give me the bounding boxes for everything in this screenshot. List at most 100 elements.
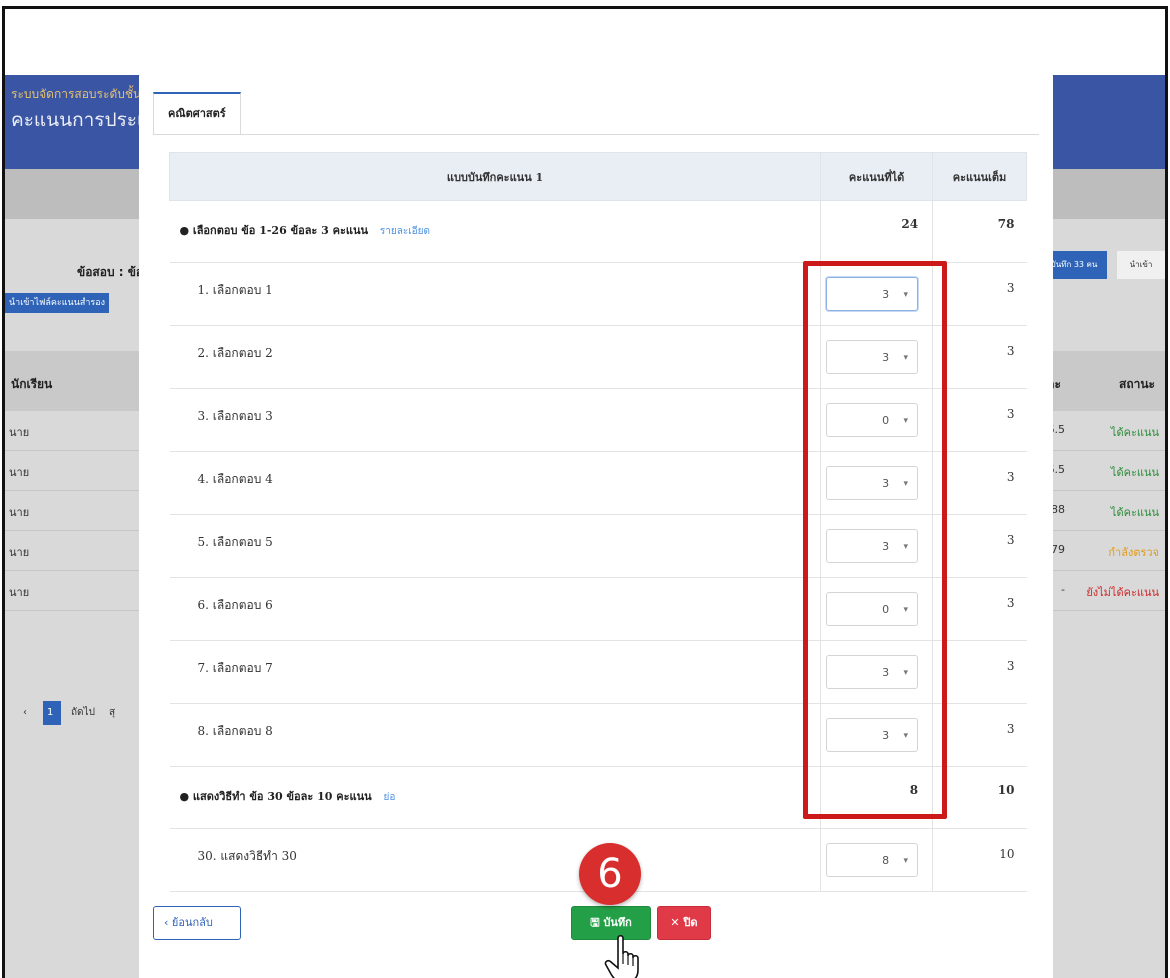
section-collapse-link[interactable]: ย่อ — [383, 792, 395, 803]
bg-row-status: ได้คะแนน — [1110, 426, 1159, 439]
score-table: แบบบันทึกคะแนน 1 คะแนนที่ได้ คะแนนเต็ม ●… — [168, 152, 1027, 892]
bg-pager-next[interactable]: ถัดไป — [67, 701, 99, 725]
bg-pager-prev[interactable]: ‹ — [19, 701, 37, 725]
hand-pointer-icon — [604, 934, 639, 978]
section-detail-link[interactable]: รายละเอียด — [380, 226, 430, 237]
score-select-value: 0 — [882, 414, 890, 427]
screenshot-frame: ระบบจัดการสอบระดับชั้น คะแนนการประเมิน ข… — [2, 6, 1168, 978]
bg-row-status: ยังไม่ได้คะแนน — [1086, 586, 1159, 599]
score-select[interactable]: 3 ▾ — [826, 340, 919, 374]
section-title: ● เลือกตอบ ข้อ 1-26 ข้อละ 3 คะแนน — [179, 224, 369, 237]
item-full-score: 10 — [932, 828, 1027, 892]
item-label: 2. เลือกตอบ 2 — [169, 325, 821, 389]
table-row: 4. เลือกตอบ 4 3 ▾ 3 — [169, 451, 1027, 515]
bg-row-score: 79 — [1051, 543, 1065, 556]
bg-row-name: นาย — [9, 426, 30, 439]
item-label: 5. เลือกตอบ 5 — [169, 514, 821, 578]
score-select[interactable]: 3 ▾ — [826, 277, 919, 311]
item-full-score: 3 — [932, 451, 1027, 515]
chevron-down-icon: ▾ — [903, 856, 909, 866]
item-label: 6. เลือกตอบ 6 — [169, 577, 821, 641]
bg-row-name: นาย — [9, 546, 30, 559]
bg-pagination: ‹ 1 ถัดไป สุ — [19, 701, 123, 725]
header-score-got: คะแนนที่ได้ — [820, 152, 934, 201]
table-row: 5. เลือกตอบ 5 3 ▾ 3 — [169, 514, 1027, 578]
bg-import-button[interactable]: นำเข้า — [1117, 251, 1165, 279]
table-row: 6. เลือกตอบ 6 0 ▾ 3 — [169, 577, 1027, 641]
score-select-value: 3 — [882, 666, 890, 679]
tab-mathematics[interactable]: คณิตศาสตร์ — [153, 92, 241, 134]
item-full-score: 3 — [932, 703, 1027, 767]
table-row: 2. เลือกตอบ 2 3 ▾ 3 — [169, 325, 1027, 389]
item-full-score: 3 — [932, 388, 1027, 452]
bg-row-status: ได้คะแนน — [1110, 466, 1159, 479]
bg-row-name: นาย — [9, 466, 30, 479]
chevron-down-icon: ▾ — [903, 290, 909, 300]
section-score-full: 78 — [932, 200, 1027, 263]
chevron-down-icon: ▾ — [903, 353, 909, 363]
item-label: 4. เลือกตอบ 4 — [169, 451, 821, 515]
table-row: 1. เลือกตอบ 1 3 ▾ 3 — [169, 262, 1027, 326]
item-full-score: 3 — [932, 577, 1027, 641]
item-full-score: 3 — [932, 325, 1027, 389]
chevron-down-icon: ▾ — [903, 542, 909, 552]
score-select[interactable]: 3 ▾ — [826, 655, 919, 689]
score-select[interactable]: 0 ▾ — [826, 592, 919, 626]
bg-import-tag[interactable]: นำเข้าไฟล์คะแนนสำรอง — [5, 293, 110, 313]
score-entry-modal: คณิตศาสตร์ แบบบันทึกคะแนน 1 คะแนนที่ได้ … — [139, 74, 1053, 978]
bg-header-title: ระบบจัดการสอบระดับชั้น — [11, 87, 142, 101]
bg-pager-last[interactable]: สุ — [105, 701, 123, 725]
chevron-down-icon: ▾ — [903, 605, 909, 615]
bg-row-score: 88 — [1051, 503, 1065, 516]
header-score-full: คะแนนเต็ม — [932, 152, 1027, 201]
header-title: แบบบันทึกคะแนน 1 — [168, 152, 822, 201]
frame-top-margin — [5, 9, 1165, 75]
bg-row-status: ได้คะแนน — [1110, 506, 1159, 519]
bg-header-status: สถานะ — [1119, 377, 1155, 391]
score-select[interactable]: 8 ▾ — [826, 843, 919, 877]
bg-row-name: นาย — [9, 506, 30, 519]
chevron-down-icon: ▾ — [903, 668, 909, 678]
item-full-score: 3 — [932, 640, 1027, 704]
item-label: 3. เลือกตอบ 3 — [169, 388, 821, 452]
score-select[interactable]: 3 ▾ — [826, 466, 919, 500]
tab-divider — [153, 134, 1039, 135]
item-label: 7. เลือกตอบ 7 — [169, 640, 821, 704]
bg-row-name: นาย — [9, 586, 30, 599]
score-select-value: 3 — [882, 477, 890, 490]
bg-pager-current[interactable]: 1 — [43, 701, 61, 725]
section-score-got: 24 — [820, 200, 934, 263]
back-button[interactable]: ‹ ย้อนกลับ — [153, 906, 241, 940]
section-row: ● แสดงวิธีทำ ข้อ 30 ข้อละ 10 คะแนน ย่อ 8… — [169, 766, 1027, 829]
item-label: 30. แสดงวิธีทำ 30 — [169, 828, 821, 892]
table-row: 7. เลือกตอบ 7 3 ▾ 3 — [169, 640, 1027, 704]
bg-header-student: นักเรียน — [11, 377, 53, 391]
item-label: 8. เลือกตอบ 8 — [169, 703, 821, 767]
score-select-value: 3 — [882, 729, 890, 742]
score-select-value: 3 — [882, 540, 890, 553]
chevron-down-icon: ▾ — [903, 731, 909, 741]
item-full-score: 3 — [932, 262, 1027, 326]
item-label: 1. เลือกตอบ 1 — [169, 262, 821, 326]
score-select-value: 0 — [882, 603, 890, 616]
step-number-badge: 6 — [579, 843, 641, 905]
section-row: ● เลือกตอบ ข้อ 1-26 ข้อละ 3 คะแนน รายละเ… — [169, 200, 1027, 263]
section-score-got: 8 — [820, 766, 934, 829]
score-select-value: 8 — [882, 854, 890, 867]
section-score-full: 10 — [932, 766, 1027, 829]
bg-row-score: - — [1061, 583, 1065, 596]
bg-exam-label: ข้อสอบ : ข้อ — [77, 265, 144, 279]
table-row: 8. เลือกตอบ 8 3 ▾ 3 — [169, 703, 1027, 767]
chevron-down-icon: ▾ — [903, 416, 909, 426]
bg-row-status: กำลังตรวจ — [1108, 546, 1159, 559]
section-title: ● แสดงวิธีทำ ข้อ 30 ข้อละ 10 คะแนน — [179, 790, 372, 803]
score-select[interactable]: 0 ▾ — [826, 403, 919, 437]
score-select-value: 3 — [882, 288, 890, 301]
score-select[interactable]: 3 ▾ — [826, 529, 919, 563]
score-select[interactable]: 3 ▾ — [826, 718, 919, 752]
table-row: 3. เลือกตอบ 3 0 ▾ 3 — [169, 388, 1027, 452]
item-full-score: 3 — [932, 514, 1027, 578]
close-button[interactable]: ✕ ปิด — [657, 906, 711, 940]
score-select-value: 3 — [882, 351, 890, 364]
chevron-down-icon: ▾ — [903, 479, 909, 489]
